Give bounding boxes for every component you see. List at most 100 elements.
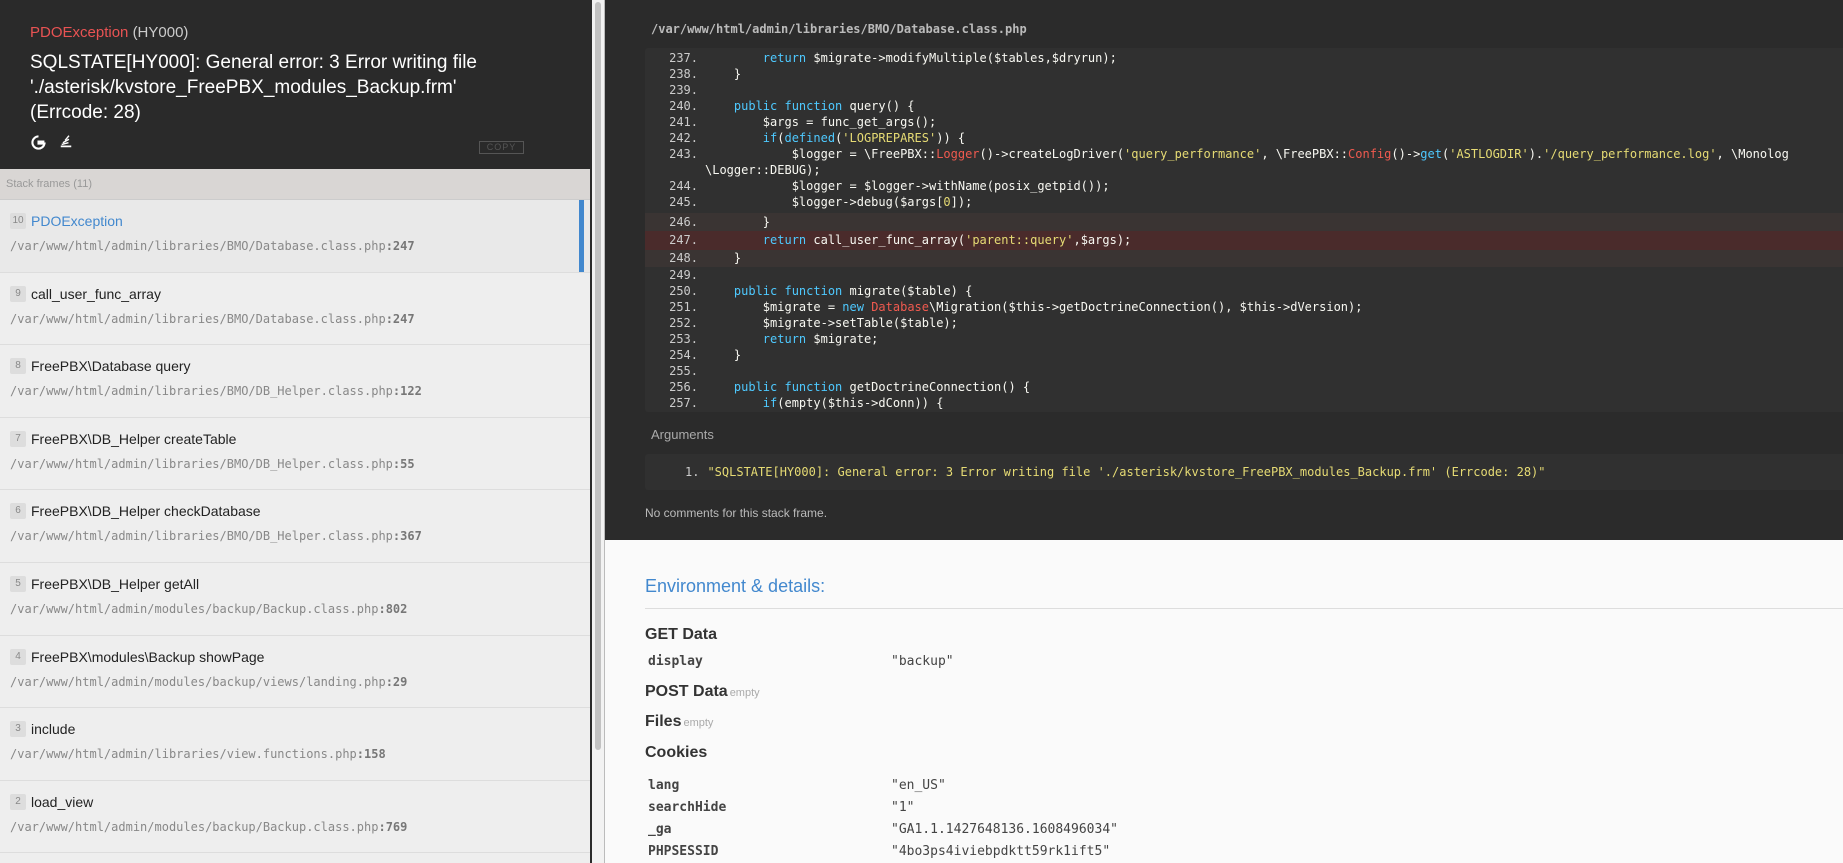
frame-file-path: /var/www/html/admin/modules/backup/views…	[10, 674, 386, 689]
frame-file: /var/www/html/admin/modules/backup/Backu…	[10, 602, 580, 616]
cookies-label: Cookies	[645, 744, 708, 761]
environment-divider	[645, 608, 1843, 609]
frame-name: FreePBX\Database query	[31, 358, 191, 375]
frame-line-number: :247	[385, 239, 415, 253]
frame-index: 4	[10, 648, 26, 665]
stack-frames-panel: PDOException (HY000) SQLSTATE[HY000]: Ge…	[0, 0, 590, 863]
files-empty-badge: empty	[683, 717, 714, 729]
data-key: lang	[648, 778, 680, 793]
frame-file-path: /var/www/html/admin/libraries/BMO/DB_Hel…	[10, 456, 393, 471]
code-line: 257. if(empty($this->dConn)) {	[669, 396, 944, 410]
post-data-title: POST Data empty	[645, 683, 760, 701]
exception-class: PDOException	[30, 24, 129, 41]
code-line: 239.	[669, 83, 698, 97]
frame-index: 5	[10, 575, 26, 592]
google-icon[interactable]	[30, 134, 46, 150]
environment-section: Environment & details: GET Data display "…	[605, 540, 1843, 863]
code-line: 240. public function query() {	[669, 99, 915, 113]
frame-name: include	[31, 721, 76, 738]
scrollbar-thumb[interactable]	[595, 2, 601, 750]
frames-scrollbar[interactable]	[592, 0, 604, 863]
frame-file: /var/www/html/admin/libraries/BMO/DB_Hel…	[10, 529, 580, 543]
code-line: 254. }	[669, 348, 742, 362]
cookie-row: lang "en_US"	[648, 778, 946, 793]
frame-index: 9	[10, 285, 26, 302]
frame-file: /var/www/html/admin/libraries/BMO/DB_Hel…	[10, 457, 580, 471]
files-title: Files empty	[645, 713, 713, 731]
copy-button[interactable]: COPY	[479, 141, 524, 154]
data-value: "GA1.1.1427648136.1608496034"	[891, 822, 1118, 837]
frame-line-number: :122	[392, 384, 422, 399]
no-comments-text: No comments for this stack frame.	[645, 506, 828, 520]
exception-header: PDOException (HY000) SQLSTATE[HY000]: Ge…	[0, 0, 590, 169]
code-line: \Logger::DEBUG);	[705, 163, 821, 177]
environment-title: Environment & details:	[645, 576, 826, 596]
data-value: "backup"	[891, 654, 954, 669]
frame-name: FreePBX\modules\Backup showPage	[31, 648, 265, 665]
get-data-label: GET Data	[645, 626, 718, 643]
frame-file-path: /var/www/html/admin/modules/backup/Backu…	[10, 601, 379, 616]
arguments-title: Arguments	[651, 427, 714, 442]
code-line: 252. $migrate->setTable($table);	[669, 316, 958, 330]
frame-head: 8 FreePBX\Database query	[10, 358, 580, 375]
code-line-error: 247. return call_user_func_array('parent…	[645, 231, 1843, 250]
stack-icon[interactable]	[58, 134, 74, 150]
stack-frame[interactable]: 3 include/var/www/html/admin/libraries/vi…	[0, 708, 590, 781]
frame-name: load_view	[31, 793, 94, 810]
frame-index: 3	[10, 721, 26, 738]
frame-file: /var/www/html/admin/libraries/BMO/Databa…	[10, 239, 580, 253]
frames-list: 10 PDOException/var/www/html/admin/librar…	[0, 200, 590, 854]
stack-frames-header: Stack frames (11)	[0, 169, 590, 200]
frame-head: 3 include	[10, 721, 580, 738]
cookies-title: Cookies	[645, 744, 707, 762]
frame-index: 7	[10, 430, 26, 447]
frame-index: 10	[10, 213, 26, 229]
stack-frame[interactable]: 9 call_user_func_array/var/www/html/admin…	[0, 272, 590, 346]
data-value: "en_US"	[891, 778, 946, 793]
frame-file: /var/www/html/admin/libraries/BMO/DB_Hel…	[10, 384, 580, 398]
code-line: 255.	[669, 364, 698, 378]
frame-file: /var/www/html/admin/modules/backup/views…	[10, 675, 580, 689]
stack-frame[interactable]: 5 FreePBX\DB_Helper getAll/var/www/html/a…	[0, 562, 590, 636]
exception-type: PDOException (HY000)	[30, 24, 560, 41]
code-line: 250. public function migrate($table) {	[669, 284, 973, 298]
get-data-row: display "backup"	[648, 654, 954, 669]
frame-line-number: :802	[378, 601, 408, 616]
data-key: display	[648, 654, 703, 669]
cookie-row: searchHide "1"	[648, 800, 914, 815]
frame-file-path: /var/www/html/admin/libraries/BMO/DB_Hel…	[10, 529, 393, 544]
frame-line-number: :158	[356, 747, 386, 762]
cookie-row: _ga "GA1.1.1427648136.1608496034"	[648, 822, 1118, 837]
stack-frame[interactable]: 7 FreePBX\DB_Helper createTable/var/www/h…	[0, 417, 590, 491]
data-value: "1"	[891, 800, 915, 815]
code-line: 251. $migrate = new Database\Migration($…	[669, 300, 1363, 314]
code-line: 241. $args = func_get_args();	[669, 115, 937, 129]
frame-file-path: /var/www/html/admin/libraries/view.funct…	[10, 747, 357, 762]
frame-head: 6 FreePBX\DB_Helper checkDatabase	[10, 503, 580, 520]
frame-name: FreePBX\DB_Helper getAll	[31, 575, 200, 592]
frame-line-number: :769	[378, 819, 408, 834]
argument-value: "SQLSTATE[HY000]: General error: 3 Error…	[707, 465, 1546, 479]
arguments-box: 1. "SQLSTATE[HY000]: General error: 3 Err…	[645, 454, 1843, 490]
frame-line-number: :55	[392, 456, 415, 471]
stack-frame[interactable]: 8 FreePBX\Database query/var/www/html/adm…	[0, 345, 590, 418]
data-value: "4bo3ps4iviebpdktt59rk1ift5"	[891, 844, 1111, 859]
code-line: 238. }	[669, 67, 742, 81]
code-line: 237. return $migrate->modifyMultiple($ta…	[669, 51, 1117, 65]
data-key: _ga	[648, 822, 672, 837]
stack-frame[interactable]: 2 load_view/var/www/html/admin/modules/ba…	[0, 780, 590, 854]
frame-file-path: /var/www/html/admin/modules/backup/Backu…	[10, 819, 379, 834]
code-line: 243. $logger = \FreePBX::Logger()->creat…	[669, 147, 1789, 161]
frame-head: 7 FreePBX\DB_Helper createTable	[10, 430, 580, 447]
frame-index: 6	[10, 503, 26, 520]
frame-file-path: /var/www/html/admin/libraries/BMO/Databa…	[10, 239, 386, 253]
stack-frame[interactable]: 4 FreePBX\modules\Backup showPage/var/www…	[0, 635, 590, 709]
data-key: searchHide	[648, 800, 727, 815]
stack-frame[interactable]: 10 PDOException/var/www/html/admin/librar…	[0, 200, 590, 273]
frame-name: call_user_func_array	[31, 285, 161, 302]
frame-line-number: :29	[385, 674, 408, 689]
exception-message: SQLSTATE[HY000]: General error: 3 Error …	[30, 52, 478, 123]
exception-code: (HY000)	[132, 24, 189, 41]
files-label: Files	[645, 713, 682, 730]
stack-frame[interactable]: 6 FreePBX\DB_Helper checkDatabase/var/www…	[0, 490, 590, 563]
